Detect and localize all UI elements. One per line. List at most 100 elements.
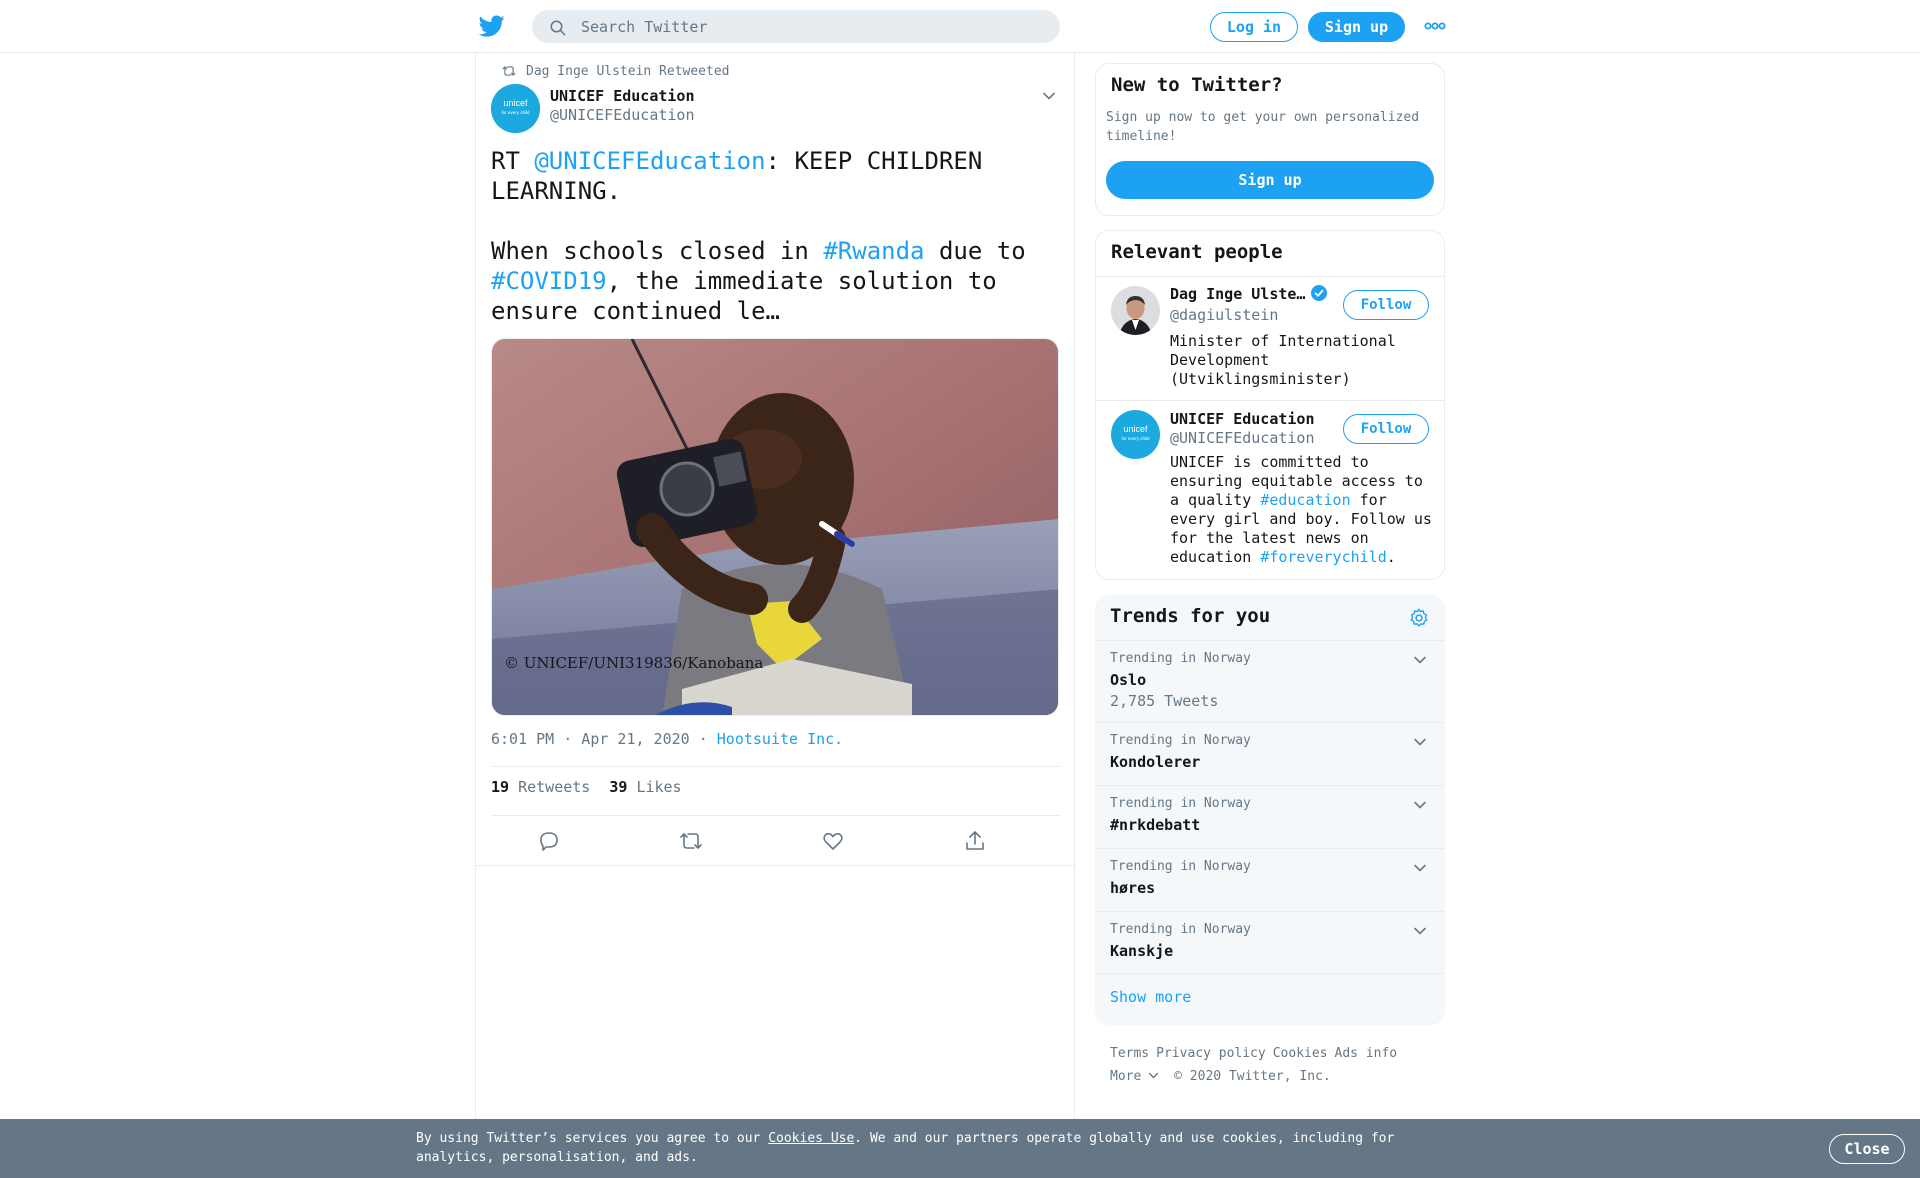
person-bio: UNICEF is committed to ensuring equitabl…	[1170, 453, 1440, 567]
likes-count: 39	[609, 778, 628, 796]
follow-button[interactable]: Follow	[1343, 414, 1429, 444]
tweet-source-link[interactable]: Hootsuite Inc.	[717, 730, 843, 748]
relevant-people-card: Relevant people Dag Inge Ulste… @dagiuls…	[1095, 230, 1445, 580]
trend-name[interactable]: høres	[1110, 879, 1155, 897]
person-name[interactable]: Dag Inge Ulste…	[1170, 285, 1328, 303]
person-handle[interactable]: @dagiulstein	[1170, 306, 1278, 324]
copyright: © 2020 Twitter, Inc.	[1174, 1069, 1331, 1084]
author-avatar[interactable]: unicef for every child	[491, 84, 540, 133]
trend-name[interactable]: Kondolerer	[1110, 753, 1200, 771]
signup-button[interactable]: Sign up	[1106, 161, 1434, 199]
footer-more-menu[interactable]: More	[1110, 1069, 1159, 1084]
cookie-text: By using Twitter’s services you agree to…	[416, 1129, 1416, 1167]
trend-context: Trending in Norway	[1110, 796, 1251, 811]
twitter-bird-icon[interactable]	[478, 13, 506, 39]
footer-link-terms[interactable]: Terms	[1110, 1046, 1149, 1061]
cookies-use-link[interactable]: Cookies Use	[768, 1131, 854, 1146]
avatar-logo-tagline: for every child	[1121, 436, 1150, 441]
footer-link-ads-info[interactable]: Ads info	[1335, 1046, 1398, 1061]
more-dots-icon[interactable]	[1424, 20, 1446, 32]
unicef-logo: unicef for every child	[1111, 410, 1160, 459]
verified-badge-icon	[1311, 285, 1328, 301]
trend-name[interactable]: #nrkdebatt	[1110, 816, 1200, 834]
trend-name[interactable]: Oslo	[1110, 671, 1146, 689]
trend-item[interactable]: Trending in Norway Oslo 2,785 Tweets	[1095, 640, 1445, 722]
retweet-small-icon	[502, 66, 516, 76]
footer-link-privacy[interactable]: Privacy policy	[1156, 1046, 1266, 1061]
login-button[interactable]: Log in	[1210, 12, 1298, 42]
top-navigation-bar: Log in Sign up	[0, 0, 1920, 53]
retweets-count: 19	[491, 778, 510, 796]
tweet-text: RT @UNICEFEducation: KEEP CHILDREN LEARN…	[491, 146, 1061, 326]
retweet-context-text[interactable]: Dag Inge Ulstein Retweeted	[526, 64, 730, 79]
hashtag-link[interactable]: #Rwanda	[823, 237, 924, 265]
retweet-icon[interactable]	[679, 829, 703, 853]
share-icon[interactable]	[963, 829, 987, 853]
reply-icon[interactable]	[537, 829, 561, 853]
photo-caption: © UNICEF/UNI319836/Kanobana	[504, 654, 763, 672]
trend-item[interactable]: Trending in Norway #nrkdebatt	[1095, 785, 1445, 848]
trend-item[interactable]: Trending in Norway Kondolerer	[1095, 722, 1445, 785]
photo-child-with-radio: © UNICEF/UNI319836/Kanobana	[492, 339, 1058, 715]
avatar[interactable]: unicef for every child	[1111, 410, 1160, 459]
chevron-down-icon[interactable]	[1413, 924, 1427, 938]
avatar-logo-text: unicef	[503, 98, 528, 108]
chevron-down-icon[interactable]	[1413, 798, 1427, 812]
signup-button[interactable]: Sign up	[1308, 12, 1405, 42]
likes-stat[interactable]: 39 Likes	[609, 778, 681, 796]
trend-name[interactable]: Kanskje	[1110, 942, 1173, 960]
person-item[interactable]: Dag Inge Ulste… @dagiulstein Follow Mini…	[1096, 276, 1444, 400]
chevron-down-icon	[1149, 1072, 1159, 1079]
card-title: Relevant people	[1111, 241, 1283, 263]
retweets-label: Retweets	[518, 778, 591, 796]
trends-card: Trends for you Trending in Norway Oslo 2…	[1095, 595, 1445, 1025]
mention-link[interactable]: @UNICEFEducation	[534, 147, 765, 175]
tweet-column: Dag Inge Ulstein Retweeted unicef for ev…	[475, 53, 1075, 1119]
search-box[interactable]	[532, 10, 1060, 43]
card-title: New to Twitter?	[1111, 74, 1283, 96]
unicef-logo: unicef for every child	[491, 84, 540, 133]
trend-context: Trending in Norway	[1110, 651, 1251, 666]
hashtag-link[interactable]: #foreverychild	[1260, 548, 1386, 566]
tweet-timestamp[interactable]: 6:01 PM · Apr 21, 2020	[491, 730, 690, 748]
person-name[interactable]: UNICEF Education	[1170, 410, 1315, 428]
chevron-down-icon[interactable]	[1413, 861, 1427, 875]
avatar[interactable]	[1111, 286, 1160, 335]
tweet-text-part: due to	[938, 237, 1026, 265]
author-name[interactable]: UNICEF Education	[550, 87, 695, 105]
chevron-down-icon[interactable]	[1413, 653, 1427, 667]
trend-context: Trending in Norway	[1110, 859, 1251, 874]
chevron-down-icon[interactable]	[1413, 735, 1427, 749]
follow-button[interactable]: Follow	[1343, 290, 1429, 320]
tweet-stats: 19 Retweets 39 Likes	[491, 778, 682, 796]
person-handle[interactable]: @UNICEFEducation	[1170, 429, 1315, 447]
trend-item[interactable]: Trending in Norway høres	[1095, 848, 1445, 911]
hashtag-link[interactable]: #COVID19	[491, 267, 607, 295]
cookie-text-part: By using Twitter’s services you agree to…	[416, 1131, 769, 1146]
show-more-link[interactable]: Show more	[1110, 988, 1191, 1006]
trend-item[interactable]: Trending in Norway Kanskje	[1095, 911, 1445, 974]
trend-tweet-count: 2,785 Tweets	[1110, 692, 1219, 710]
search-input[interactable]	[581, 11, 1041, 42]
close-button[interactable]: Close	[1829, 1134, 1905, 1164]
author-handle[interactable]: @UNICEFEducation	[550, 106, 695, 124]
hashtag-link[interactable]: #education	[1260, 491, 1350, 509]
meta-separator: ·	[689, 730, 717, 748]
like-heart-icon[interactable]	[821, 829, 845, 853]
tweet-photo[interactable]: © UNICEF/UNI319836/Kanobana	[491, 338, 1059, 716]
person-item[interactable]: unicef for every child UNICEF Education …	[1096, 400, 1444, 580]
retweets-stat[interactable]: 19 Retweets	[491, 778, 590, 796]
cookie-consent-bar: By using Twitter’s services you agree to…	[0, 1119, 1920, 1178]
trend-context: Trending in Norway	[1110, 733, 1251, 748]
footer-link-cookies[interactable]: Cookies	[1273, 1046, 1328, 1061]
person-name-text: Dag Inge Ulste…	[1170, 285, 1306, 303]
search-icon	[550, 20, 566, 36]
card-title: Trends for you	[1110, 605, 1271, 627]
gear-icon[interactable]	[1408, 607, 1430, 629]
tweet-actions	[491, 829, 1060, 869]
chevron-down-icon[interactable]	[1042, 89, 1056, 103]
footer-more-label: More	[1110, 1069, 1142, 1084]
bio-text: .	[1386, 548, 1396, 566]
divider	[491, 766, 1060, 767]
divider	[491, 815, 1060, 816]
